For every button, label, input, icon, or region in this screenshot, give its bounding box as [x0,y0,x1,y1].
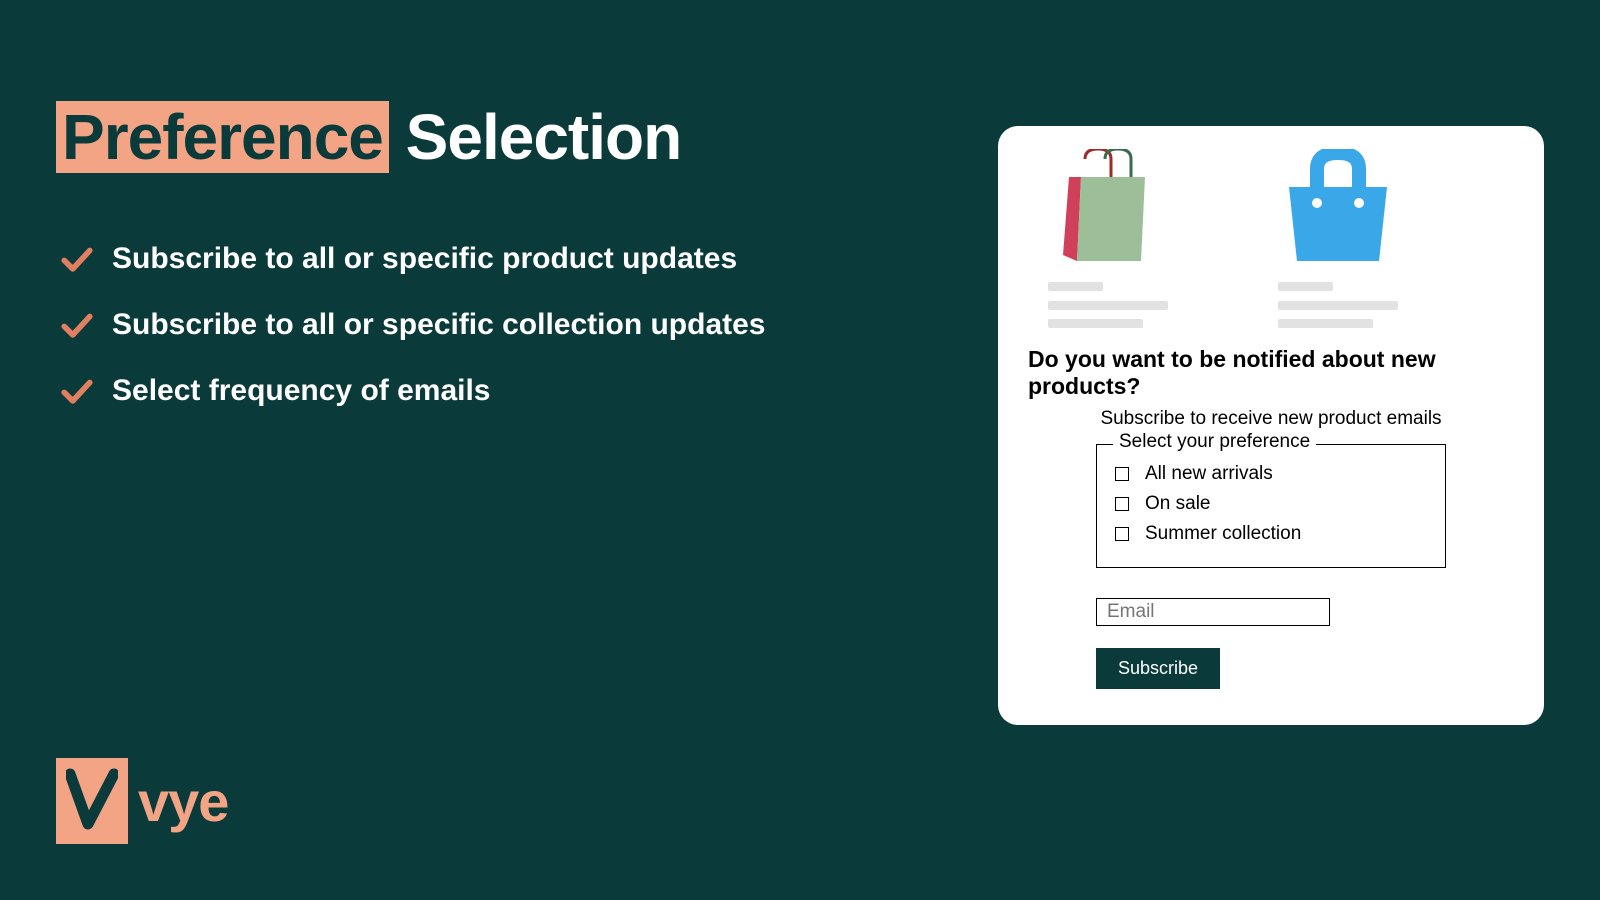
checkbox-row[interactable]: Summer collection [1115,523,1427,545]
page-title: Preference Selection [56,100,681,174]
skeleton-line [1278,319,1373,328]
logo-text: vye [138,769,228,834]
list-item: Select frequency of emails [60,374,766,408]
checkbox-row[interactable]: All new arrivals [1115,463,1427,485]
checkbox-label: All new arrivals [1145,463,1273,485]
list-item-label: Subscribe to all or specific collection … [112,308,766,342]
brand-logo: vye [56,758,228,844]
checkbox-icon[interactable] [1115,467,1129,481]
feature-list: Subscribe to all or specific product upd… [60,242,766,408]
product-preview [1258,144,1398,328]
check-icon [60,242,94,276]
skeleton-line [1278,301,1398,310]
checkbox-icon[interactable] [1115,497,1129,511]
list-item-label: Select frequency of emails [112,374,491,408]
list-item: Subscribe to all or specific product upd… [60,242,766,276]
list-item-label: Subscribe to all or specific product upd… [112,242,737,276]
checkbox-label: On sale [1145,493,1210,515]
product-previews [1028,144,1514,328]
skeleton-line [1048,282,1103,291]
list-item: Subscribe to all or specific collection … [60,308,766,342]
product-preview [1028,144,1168,328]
shopping-bag-icon [1283,149,1393,264]
fieldset-legend: Select your preference [1113,431,1316,453]
check-icon [60,308,94,342]
check-icon [60,374,94,408]
skeleton-line [1048,319,1143,328]
skeleton-line [1278,282,1333,291]
card-subtitle: Subscribe to receive new product emails [1028,408,1514,430]
shopping-bag-icon [1063,149,1153,264]
logo-mark [56,758,128,844]
title-highlight: Preference [56,101,389,173]
card-title: Do you want to be notified about new pro… [1028,346,1514,400]
skeleton-line [1048,301,1168,310]
title-rest: Selection [389,101,681,173]
preference-fieldset: Select your preference All new arrivals … [1096,444,1446,568]
checkbox-icon[interactable] [1115,527,1129,541]
subscribe-button[interactable]: Subscribe [1096,648,1220,689]
preference-card: Do you want to be notified about new pro… [998,126,1544,725]
checkbox-row[interactable]: On sale [1115,493,1427,515]
checkbox-label: Summer collection [1145,523,1301,545]
email-field[interactable] [1096,598,1330,626]
logo-v-check-icon [66,768,118,834]
